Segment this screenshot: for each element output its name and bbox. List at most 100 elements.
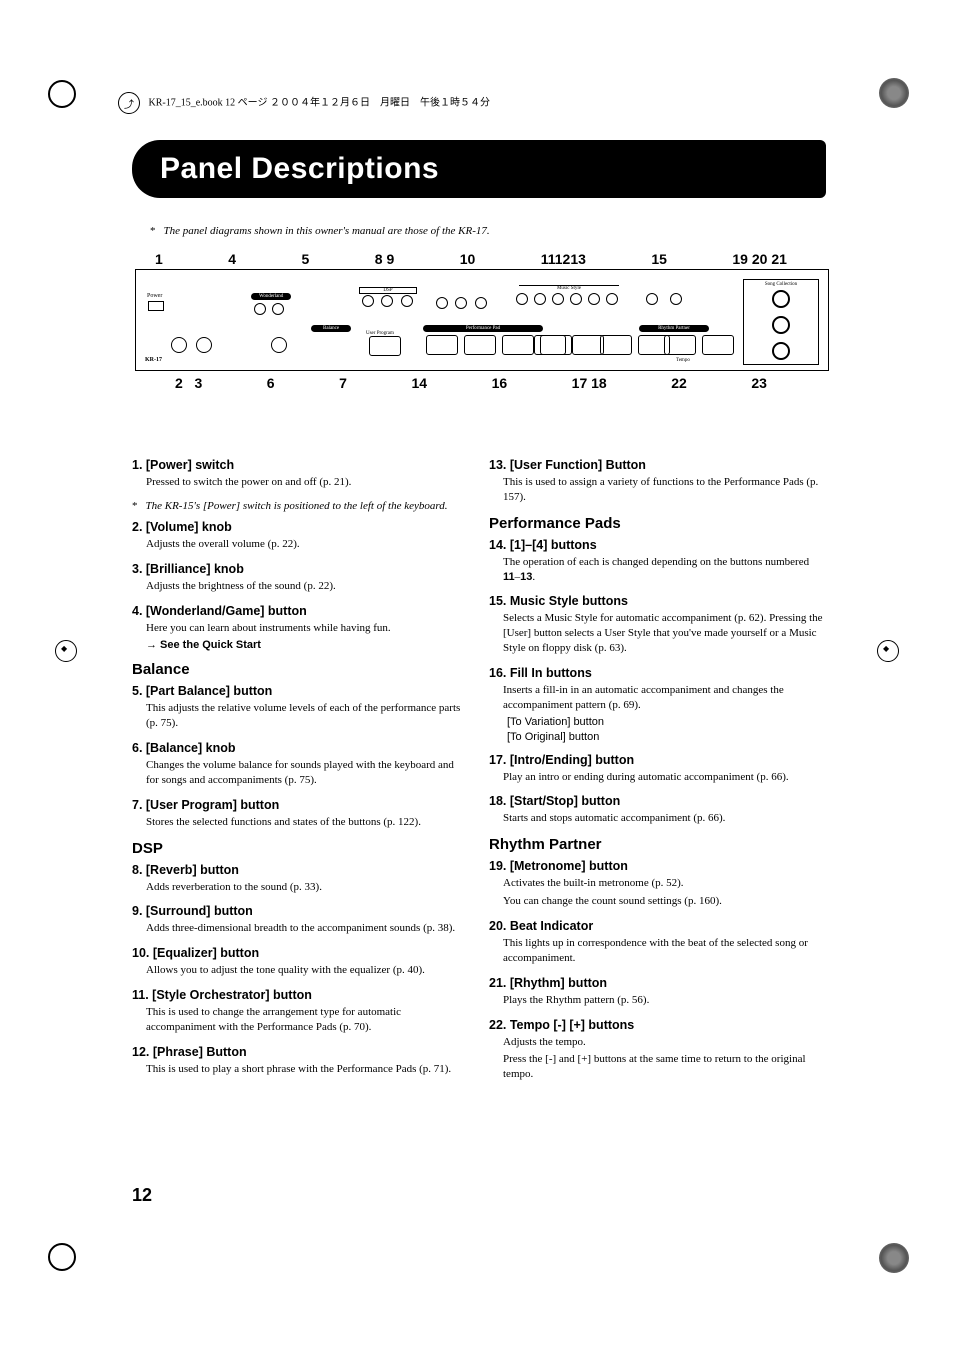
item-16: 16. Fill In buttons Inserts a fill-in in… (489, 666, 826, 743)
knob-icon (254, 303, 266, 315)
item-20: 20. Beat Indicator This lights up in cor… (489, 919, 826, 966)
see-ref: → See the Quick Start (146, 639, 469, 651)
knob-icon (272, 303, 284, 315)
panel-diagram: 1 4 5 8 9 10 111213 15 19 20 21 Power KR… (135, 245, 827, 425)
n: 11 (541, 251, 555, 267)
item-title: 1. [Power] switch (132, 458, 469, 472)
big-knob-icon (196, 337, 212, 353)
content-columns: 1. [Power] switch Pressed to switch the … (132, 458, 826, 1092)
section-balance: Balance (132, 661, 469, 678)
item-19: 19. [Metronome] button Activates the bui… (489, 859, 826, 909)
n: 8 (375, 251, 383, 267)
item-desc: This is used to play a short phrase with… (146, 1062, 469, 1077)
lbl-balance: Balance (311, 325, 351, 332)
sub-button: [To Original] button (507, 731, 826, 743)
corner-blob-br (879, 1243, 909, 1273)
item-5: 5. [Part Balance] button This adjusts th… (132, 684, 469, 731)
btn-icon (475, 297, 487, 309)
item-title: 17. [Intro/Ending] button (489, 753, 826, 767)
btn-icon (570, 293, 582, 305)
btn-icon (516, 293, 528, 305)
btn-icon (436, 297, 448, 309)
item-title: 6. [Balance] knob (132, 741, 469, 755)
item-title: 8. [Reverb] button (132, 863, 469, 877)
item-title: 5. [Part Balance] button (132, 684, 469, 698)
running-head: ⤴ KR-17_15_e.book 12 ページ ２００４年１２月６日 月曜日 … (118, 92, 490, 114)
n: 13 (570, 251, 586, 267)
item-title: 3. [Brilliance] knob (132, 562, 469, 576)
lbl-power: Power (147, 293, 162, 299)
page-title: Panel Descriptions (160, 152, 439, 186)
btn-box-icon (702, 335, 734, 355)
btn-icon (362, 295, 374, 307)
item-11: 11. [Style Orchestrator] button This is … (132, 988, 469, 1035)
panel-top-numbers: 1 4 5 8 9 10 111213 15 19 20 21 (135, 245, 827, 267)
n: 9 (386, 251, 394, 267)
knob-icon (670, 293, 682, 305)
lbl-kr17: KR-17 (145, 357, 162, 363)
large-btn-icon (772, 316, 790, 334)
n: 19 (732, 251, 748, 267)
page-number: 12 (132, 1185, 152, 1206)
pad-icon (464, 335, 496, 355)
item-desc: Plays the Rhythm pattern (p. 56). (503, 993, 826, 1008)
crop-mid-left (55, 640, 77, 662)
item-title: 4. [Wonderland/Game] button (132, 604, 469, 618)
item-desc: Pressed to switch the power on and off (… (146, 475, 469, 490)
large-btn-icon (772, 290, 790, 308)
btn-box-icon (600, 335, 632, 355)
item-desc: Adjusts the tempo. (503, 1035, 826, 1050)
item-title: 19. [Metronome] button (489, 859, 826, 873)
n: 18 (591, 375, 607, 391)
btn-icon (455, 297, 467, 309)
item-9: 9. [Surround] button Adds three-dimensio… (132, 904, 469, 936)
lbl-dsp: DSP (359, 287, 417, 294)
n: 1 (155, 251, 163, 267)
n: 17 (572, 375, 588, 391)
item-desc: Adds three-dimensional breadth to the ac… (146, 921, 469, 936)
item-title: 20. Beat Indicator (489, 919, 826, 933)
item-6: 6. [Balance] knob Changes the volume bal… (132, 741, 469, 788)
n: 7 (339, 375, 347, 391)
item-title: 21. [Rhythm] button (489, 976, 826, 990)
item-4: 4. [Wonderland/Game] button Here you can… (132, 604, 469, 652)
item-2: 2. [Volume] knob Adjusts the overall vol… (132, 520, 469, 552)
item-desc: This adjusts the relative volume levels … (146, 701, 469, 731)
large-btn-icon (772, 342, 790, 360)
big-knob-icon (271, 337, 287, 353)
item-17: 17. [Intro/Ending] button Play an intro … (489, 753, 826, 785)
n: 4 (228, 251, 236, 267)
pad-icon (426, 335, 458, 355)
btn-icon (534, 293, 546, 305)
item-title: 10. [Equalizer] button (132, 946, 469, 960)
lbl-perfpad: Performance Pad (423, 325, 543, 332)
item-desc: Stores the selected functions and states… (146, 815, 469, 830)
item-10: 10. [Equalizer] button Allows you to adj… (132, 946, 469, 978)
lbl-musicstyle: Music Style (519, 285, 619, 291)
item-desc: Allows you to adjust the tone quality wi… (146, 963, 469, 978)
n: 5 (302, 251, 310, 267)
n: 16 (492, 375, 508, 391)
lbl-rp: Rhythm Partner (639, 325, 709, 332)
n: 21 (771, 251, 787, 267)
crop-mid-right (877, 640, 899, 662)
item-desc: Press the [-] and [+] buttons at the sam… (503, 1052, 826, 1082)
section-rhythm-partner: Rhythm Partner (489, 836, 826, 853)
item-desc: This is used to change the arrangement t… (146, 1005, 469, 1035)
item-desc: Selects a Music Style for automatic acco… (503, 611, 826, 656)
item-desc: Adjusts the overall volume (p. 22). (146, 537, 469, 552)
item-desc: Adds reverberation to the sound (p. 33). (146, 880, 469, 895)
btn-icon (606, 293, 618, 305)
pad-icon (502, 335, 534, 355)
item-desc: You can change the count sound settings … (503, 894, 826, 909)
lbl-tempo: Tempo (676, 358, 690, 363)
item-desc: This lights up in correspondence with th… (503, 936, 826, 966)
left-column: 1. [Power] switch Pressed to switch the … (132, 458, 469, 1092)
knob-icon (646, 293, 658, 305)
item-1: 1. [Power] switch Pressed to switch the … (132, 458, 469, 490)
item-12: 12. [Phrase] Button This is used to play… (132, 1045, 469, 1077)
item-15: 15. Music Style buttons Selects a Music … (489, 594, 826, 656)
item-18: 18. [Start/Stop] button Starts and stops… (489, 794, 826, 826)
section-performance-pads: Performance Pads (489, 515, 826, 532)
item-7: 7. [User Program] button Stores the sele… (132, 798, 469, 830)
